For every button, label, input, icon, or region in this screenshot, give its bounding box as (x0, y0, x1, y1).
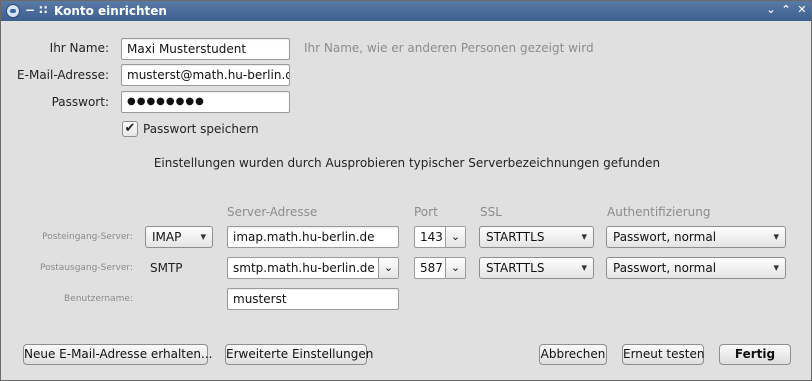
chevron-down-icon[interactable]: ⌄ (445, 227, 465, 247)
minimize-button[interactable]: ⌄ (764, 3, 778, 17)
incoming-port-combo[interactable]: 143 ⌄ (414, 226, 466, 248)
chevron-down-icon: ▾ (773, 230, 779, 243)
header-ssl: SSL (480, 205, 502, 219)
chevron-down-icon: ▾ (581, 261, 587, 274)
incoming-address-input[interactable]: imap.math.hu-berlin.de (227, 226, 399, 248)
outgoing-auth-select[interactable]: Passwort, normal ▾ (606, 257, 786, 279)
chevron-down-icon[interactable]: ⌄ (378, 258, 398, 278)
header-auth: Authentifizierung (607, 205, 711, 219)
chevron-down-icon: ▾ (200, 230, 206, 243)
new-email-address-button[interactable]: Neue E-Mail-Adresse erhalten... (23, 344, 212, 365)
window-title: Konto einrichten (54, 4, 167, 18)
cancel-label: Abbrechen (540, 347, 606, 361)
outgoing-protocol: SMTP (150, 261, 183, 275)
outgoing-address-value: smtp.math.hu-berlin.de (233, 261, 375, 275)
incoming-auth-value: Passwort, normal (613, 230, 717, 244)
close-button[interactable]: ✕ (795, 3, 809, 17)
title-bar[interactable]: − ∷ Konto einrichten ⌄ ⌃ ✕ (1, 1, 811, 21)
chevron-down-icon: ▾ (773, 261, 779, 274)
thunderbird-icon[interactable] (6, 4, 20, 18)
username-input[interactable]: musterst (227, 288, 399, 310)
done-label: Fertig (734, 347, 776, 361)
outgoing-ssl-select[interactable]: STARTTLS ▾ (479, 257, 594, 279)
outgoing-port-value: 587 (420, 261, 443, 275)
done-button[interactable]: Fertig (719, 344, 791, 365)
chevron-down-icon[interactable]: ⌄ (445, 258, 465, 278)
retest-button[interactable]: Erneut testen (622, 344, 704, 365)
checkmark-icon: ✔ (124, 121, 136, 136)
name-label: Ihr Name: (49, 41, 109, 55)
chevron-down-icon: ▾ (581, 230, 587, 243)
email-input[interactable]: musterst@math.hu-berlin.de (121, 64, 290, 86)
incoming-server-label: Posteingang-Server: (42, 232, 133, 242)
remember-password-label[interactable]: Passwort speichern (143, 122, 259, 136)
minimize-glyph-icon[interactable]: − (25, 3, 35, 17)
advanced-settings-button[interactable]: Erweiterte Einstellungen (225, 344, 373, 365)
password-input[interactable]: ●●●●●●●● (121, 91, 290, 113)
incoming-port-value: 143 (420, 230, 443, 244)
outgoing-server-label: Postausgang-Server: (39, 263, 133, 273)
menu-glyph-icon[interactable]: ∷ (39, 3, 47, 17)
new-email-address-label: Neue E-Mail-Adresse erhalten... (24, 347, 213, 361)
cancel-button[interactable]: Abbrechen (539, 344, 607, 365)
name-hint: Ihr Name, wie er anderen Personen gezeig… (304, 41, 594, 55)
maximize-button[interactable]: ⌃ (779, 3, 793, 17)
account-setup-window: − ∷ Konto einrichten ⌄ ⌃ ✕ Ihr Name: Max… (0, 0, 812, 381)
username-label: Benutzername: (63, 294, 133, 304)
outgoing-auth-value: Passwort, normal (613, 261, 717, 275)
incoming-protocol-value: IMAP (152, 230, 182, 244)
incoming-protocol-select[interactable]: IMAP ▾ (145, 226, 213, 248)
remember-password-checkbox[interactable]: ✔ (122, 121, 138, 137)
advanced-settings-label: Erweiterte Einstellungen (226, 347, 374, 361)
header-port: Port (414, 205, 438, 219)
password-label: Passwort: (51, 95, 109, 109)
outgoing-address-combo[interactable]: smtp.math.hu-berlin.de ⌄ (227, 257, 399, 279)
incoming-auth-select[interactable]: Passwort, normal ▾ (606, 226, 786, 248)
incoming-ssl-select[interactable]: STARTTLS ▾ (479, 226, 594, 248)
name-input[interactable]: Maxi Musterstudent (121, 38, 290, 60)
status-message: Einstellungen wurden durch Ausprobieren … (153, 156, 661, 170)
header-server-address: Server-Adresse (227, 205, 318, 219)
retest-label: Erneut testen (623, 347, 705, 361)
incoming-ssl-value: STARTTLS (486, 230, 545, 244)
email-label: E-Mail-Adresse: (17, 68, 109, 82)
outgoing-port-combo[interactable]: 587 ⌄ (414, 257, 466, 279)
outgoing-ssl-value: STARTTLS (486, 261, 545, 275)
